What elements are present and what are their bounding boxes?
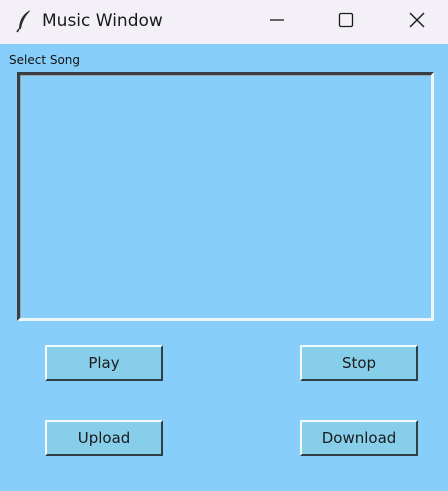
minimize-button[interactable] <box>252 0 302 44</box>
song-list-label: Select Song <box>9 53 81 67</box>
play-button[interactable]: Play <box>45 345 163 381</box>
title-bar[interactable]: Music Window <box>0 0 448 44</box>
upload-button[interactable]: Upload <box>45 420 163 456</box>
minimize-icon <box>269 12 285 32</box>
window-title: Music Window <box>42 11 163 31</box>
download-button[interactable]: Download <box>300 420 418 456</box>
maximize-button[interactable] <box>321 0 371 44</box>
close-icon <box>408 11 426 33</box>
feather-icon <box>15 9 35 33</box>
maximize-icon <box>338 12 354 32</box>
song-listbox[interactable] <box>17 72 434 321</box>
stop-button[interactable]: Stop <box>300 345 418 381</box>
music-window: Music Window Select Song Play Stop Uploa… <box>0 0 448 491</box>
close-button[interactable] <box>392 0 442 44</box>
